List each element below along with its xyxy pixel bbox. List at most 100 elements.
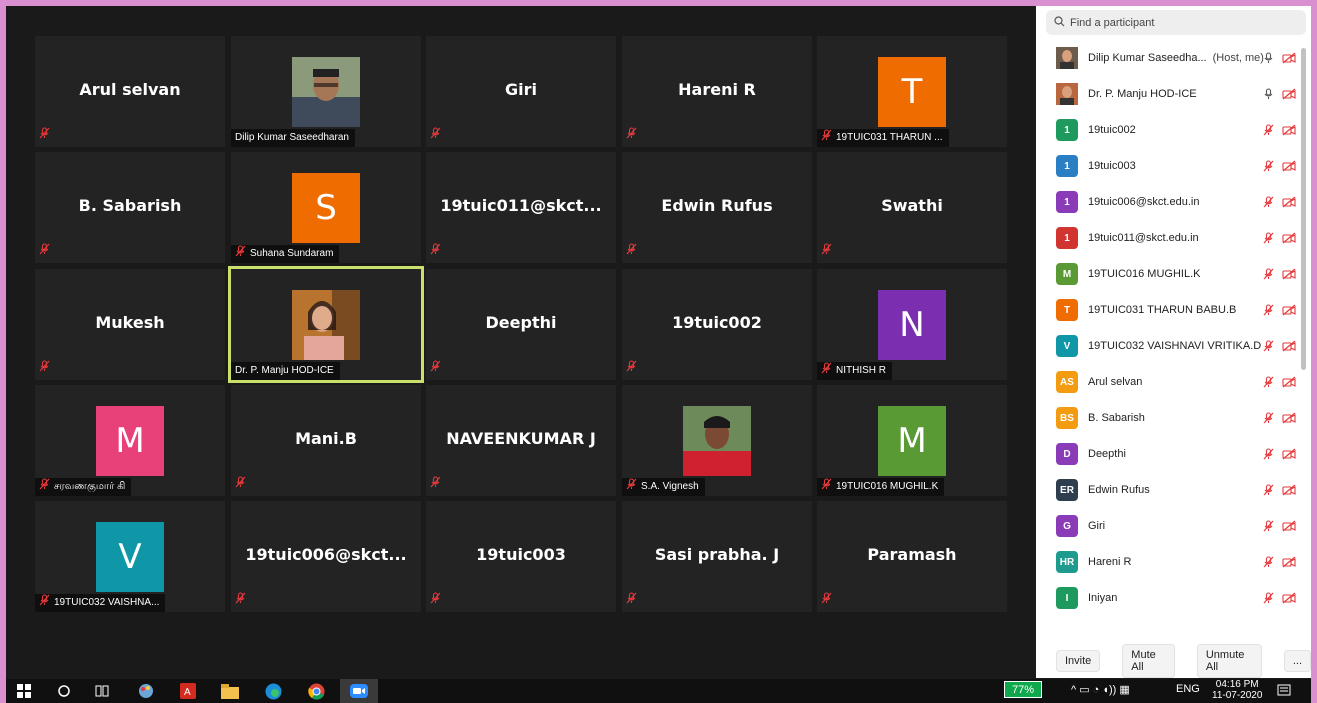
video-tile[interactable]: S Suhana Sundaram <box>231 152 421 263</box>
mic-muted-icon[interactable] <box>1263 231 1274 249</box>
video-tile[interactable]: Swathi <box>817 152 1007 263</box>
participant-row[interactable]: BS B. Sabarish <box>1036 400 1306 436</box>
camera-off-icon[interactable] <box>1282 159 1296 177</box>
video-tile[interactable]: S.A. Vignesh <box>622 385 812 496</box>
zoom-app-icon[interactable] <box>340 679 378 703</box>
camera-off-icon[interactable] <box>1282 123 1296 141</box>
participant-row[interactable]: Dr. P. Manju HOD-ICE <box>1036 76 1306 112</box>
video-tile[interactable]: Sasi prabha. J <box>622 501 812 612</box>
camera-off-icon[interactable] <box>1282 519 1296 537</box>
video-tile[interactable]: M 19TUIC016 MUGHIL.K <box>817 385 1007 496</box>
video-tile[interactable]: 19tuic002 <box>622 269 812 380</box>
edge-icon[interactable] <box>263 682 283 700</box>
mic-muted-icon[interactable] <box>1263 483 1274 501</box>
acrobat-icon[interactable]: A <box>178 682 198 700</box>
paint-app-icon[interactable] <box>136 682 156 700</box>
camera-off-icon[interactable] <box>1282 87 1296 105</box>
clock[interactable]: 04:16 PM 11-07-2020 <box>1212 679 1262 701</box>
mic-muted-icon[interactable] <box>1263 123 1274 141</box>
video-tile[interactable]: T 19TUIC031 THARUN ... <box>817 36 1007 147</box>
mic-icon[interactable] <box>1263 87 1274 105</box>
participant-row[interactable]: 1 19tuic002 <box>1036 112 1306 148</box>
camera-off-icon[interactable] <box>1282 267 1296 285</box>
participant-name: 19tuic002 <box>672 313 762 332</box>
camera-off-icon[interactable] <box>1282 303 1296 321</box>
mic-muted-icon[interactable] <box>1263 375 1274 393</box>
participant-row[interactable]: T 19TUIC031 THARUN BABU.B <box>1036 292 1306 328</box>
video-tile[interactable]: 19tuic006@skct... <box>231 501 421 612</box>
video-tile[interactable]: Deepthi <box>426 269 616 380</box>
video-tile[interactable]: Dr. P. Manju HOD-ICE <box>228 266 424 383</box>
camera-off-icon[interactable] <box>1282 339 1296 357</box>
language-indicator[interactable]: ENG <box>1176 683 1200 695</box>
video-tile[interactable]: NAVEENKUMAR J <box>426 385 616 496</box>
camera-off-icon[interactable] <box>1282 483 1296 501</box>
mic-muted-icon[interactable] <box>1263 195 1274 213</box>
video-tile[interactable]: 19tuic003 <box>426 501 616 612</box>
participant-row[interactable]: V 19TUIC032 VAISHNAVI VRITIKA.D <box>1036 328 1306 364</box>
participant-row[interactable]: I Iniyan <box>1036 580 1306 616</box>
chrome-icon[interactable] <box>306 682 326 700</box>
video-tile[interactable]: M சரவணகுமார் கி <box>35 385 225 496</box>
camera-off-icon[interactable] <box>1282 447 1296 465</box>
name-label-text: 19TUIC016 MUGHIL.K <box>836 481 939 492</box>
mic-muted-icon[interactable] <box>1263 555 1274 573</box>
notification-icon[interactable] <box>1276 682 1292 700</box>
search-participant-input[interactable]: Find a participant <box>1046 10 1306 35</box>
mute-all-button[interactable]: Mute All <box>1122 644 1175 678</box>
task-view-icon[interactable] <box>94 682 110 700</box>
participant-scrollbar[interactable] <box>1301 48 1306 370</box>
participant-name: Sasi prabha. J <box>654 545 780 564</box>
camera-off-icon[interactable] <box>1282 375 1296 393</box>
video-tile[interactable]: Giri <box>426 36 616 147</box>
video-tile[interactable]: Edwin Rufus <box>622 152 812 263</box>
participant-row[interactable]: Dilip Kumar Saseedha... (Host, me) <box>1036 40 1306 76</box>
mic-muted-icon[interactable] <box>1263 159 1274 177</box>
mic-muted-icon <box>39 477 50 497</box>
mic-muted-icon[interactable] <box>1263 303 1274 321</box>
camera-off-icon[interactable] <box>1282 51 1296 69</box>
participant-row[interactable]: 1 19tuic011@skct.edu.in <box>1036 220 1306 256</box>
tray-icons[interactable]: ^ ▭ ◔ ◖)) ▦ <box>1071 683 1130 696</box>
video-tile[interactable]: Paramash <box>817 501 1007 612</box>
camera-off-icon[interactable] <box>1282 591 1296 609</box>
video-tile[interactable]: Mukesh <box>35 269 225 380</box>
search-icon[interactable] <box>56 682 72 700</box>
video-tile[interactable]: B. Sabarish <box>35 152 225 263</box>
video-tile[interactable]: Dilip Kumar Saseedharan <box>231 36 421 147</box>
video-tile[interactable]: Hareni R <box>622 36 812 147</box>
mic-muted-icon[interactable] <box>1263 519 1274 537</box>
participant-row[interactable]: 1 19tuic006@skct.edu.in <box>1036 184 1306 220</box>
camera-off-icon[interactable] <box>1282 555 1296 573</box>
mic-muted-icon <box>39 593 50 613</box>
mic-muted-icon[interactable] <box>1263 267 1274 285</box>
mic-muted-icon[interactable] <box>1263 411 1274 429</box>
camera-off-icon[interactable] <box>1282 231 1296 249</box>
mic-muted-icon[interactable] <box>1263 591 1274 609</box>
video-tile[interactable]: Mani.B <box>231 385 421 496</box>
invite-button[interactable]: Invite <box>1056 650 1101 672</box>
mic-muted-icon[interactable] <box>1263 339 1274 357</box>
participant-row[interactable]: 1 19tuic003 <box>1036 148 1306 184</box>
windows-start-icon[interactable] <box>16 682 32 700</box>
more-button[interactable]: ... <box>1283 650 1311 672</box>
participant-row[interactable]: HR Hareni R <box>1036 544 1306 580</box>
participant-row[interactable]: AS Arul selvan <box>1036 364 1306 400</box>
mic-icon[interactable] <box>1263 51 1274 69</box>
participant-row[interactable]: ER Edwin Rufus <box>1036 472 1306 508</box>
participant-status-icons <box>1263 159 1296 177</box>
video-tile[interactable]: N NITHISH R <box>817 269 1007 380</box>
camera-off-icon[interactable] <box>1282 195 1296 213</box>
name-label: NITHISH R <box>817 361 892 380</box>
mic-muted-icon <box>626 591 637 609</box>
unmute-all-button[interactable]: Unmute All <box>1196 644 1262 678</box>
participant-row[interactable]: G Giri <box>1036 508 1306 544</box>
participant-row[interactable]: D Deepthi <box>1036 436 1306 472</box>
camera-off-icon[interactable] <box>1282 411 1296 429</box>
video-tile[interactable]: 19tuic011@skct... <box>426 152 616 263</box>
video-tile[interactable]: Arul selvan <box>35 36 225 147</box>
participant-row[interactable]: M 19TUIC016 MUGHIL.K <box>1036 256 1306 292</box>
file-explorer-icon[interactable] <box>220 682 240 700</box>
mic-muted-icon[interactable] <box>1263 447 1274 465</box>
video-tile[interactable]: V 19TUIC032 VAISHNA... <box>35 501 225 612</box>
